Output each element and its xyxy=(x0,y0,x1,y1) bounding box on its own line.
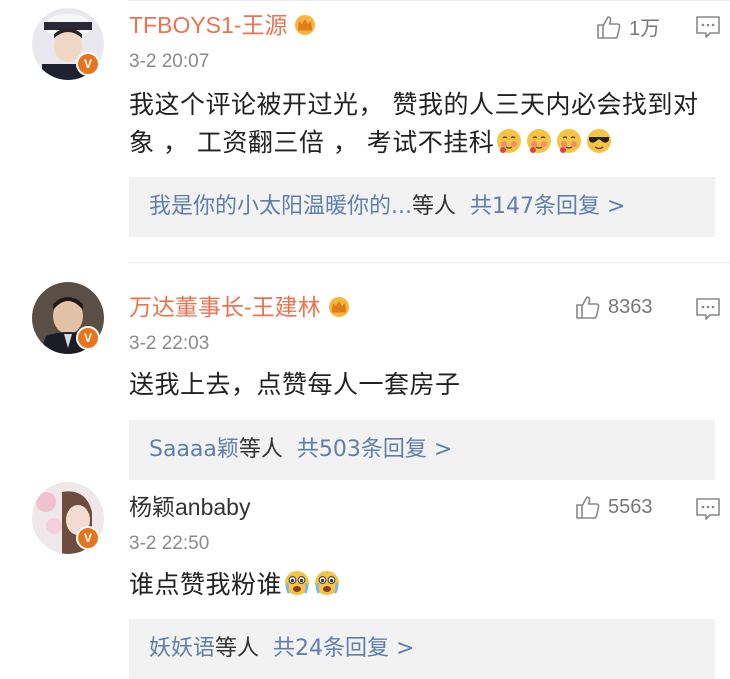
comment-time: 3-2 20:07 xyxy=(129,51,210,72)
comment-text: 谁点赞我粉谁 xyxy=(129,566,704,604)
reply-count-link[interactable]: 共24条回复 > xyxy=(273,636,414,661)
comment-text: 我这个评论被开过光， 赞我的人三天内必会找到对象 ， 工资翻三倍 ， 考试不挂科 xyxy=(129,86,704,162)
reply-suffix: 等人 xyxy=(411,194,456,219)
comment-text: 送我上去，点赞每人一套房子 xyxy=(129,366,704,404)
crying-emoji-icon xyxy=(285,571,310,595)
comment-icon[interactable] xyxy=(694,14,722,40)
like-count: 8363 xyxy=(608,295,653,318)
comment-icon[interactable] xyxy=(694,296,722,322)
like-count: 1万 xyxy=(629,18,661,40)
shy-emoji-icon xyxy=(497,129,522,153)
reply-count-link[interactable]: 共503条回复 > xyxy=(297,437,452,462)
reply-suffix: 等人 xyxy=(238,437,283,462)
author-name[interactable]: 万达董事长-王建林 xyxy=(129,294,321,320)
comment-body: 谁点赞我粉谁 xyxy=(129,570,283,599)
thumbs-up-icon xyxy=(576,296,600,319)
reply-count-link[interactable]: 共147条回复 > xyxy=(470,194,625,219)
shy-emoji-icon xyxy=(527,129,552,153)
comment-author[interactable]: 杨颖anbaby xyxy=(129,492,250,522)
comment-body: 送我上去，点赞每人一套房子 xyxy=(129,370,461,399)
cool-emoji-icon xyxy=(587,129,612,153)
like-button[interactable]: 1万 xyxy=(595,12,660,41)
thumbs-up-icon xyxy=(597,15,621,39)
top-divider xyxy=(128,0,730,1)
crown-vip-icon xyxy=(295,15,316,35)
comment-time: 3-2 22:03 xyxy=(129,333,210,354)
reply-user[interactable]: 我是你的小太阳温暖你的... xyxy=(149,194,412,219)
comment-author[interactable]: 万达董事长-王建林 xyxy=(129,292,351,322)
thumbs-up-icon xyxy=(576,496,600,519)
comment-time: 3-2 22:50 xyxy=(129,533,210,554)
reply-summary[interactable]: 妖妖语等人 共24条回复 > xyxy=(129,619,715,679)
crown-vip-icon xyxy=(328,297,349,317)
author-name[interactable]: TFBOYS1-王源 xyxy=(129,12,287,38)
crying-emoji-icon xyxy=(315,571,340,595)
like-count: 5563 xyxy=(608,495,653,518)
verified-badge-icon: V xyxy=(76,526,100,550)
verified-badge-icon: V xyxy=(76,326,100,350)
reply-summary[interactable]: Saaaa颖等人 共503条回复 > xyxy=(129,420,715,480)
reply-user[interactable]: Saaaa颖 xyxy=(149,437,239,462)
comment-author[interactable]: TFBOYS1-王源 xyxy=(129,10,317,40)
author-name[interactable]: 杨颖anbaby xyxy=(129,494,250,520)
like-button[interactable]: 5563 xyxy=(574,493,653,521)
reply-user[interactable]: 妖妖语 xyxy=(149,636,215,661)
shy-emoji-icon xyxy=(557,129,582,153)
comment-icon[interactable] xyxy=(694,496,722,522)
verified-badge-icon: V xyxy=(76,52,100,76)
reply-suffix: 等人 xyxy=(215,636,260,661)
comment-divider xyxy=(128,262,730,263)
like-button[interactable]: 8363 xyxy=(574,293,653,321)
reply-summary[interactable]: 我是你的小太阳温暖你的...等人 共147条回复 > xyxy=(129,177,715,237)
